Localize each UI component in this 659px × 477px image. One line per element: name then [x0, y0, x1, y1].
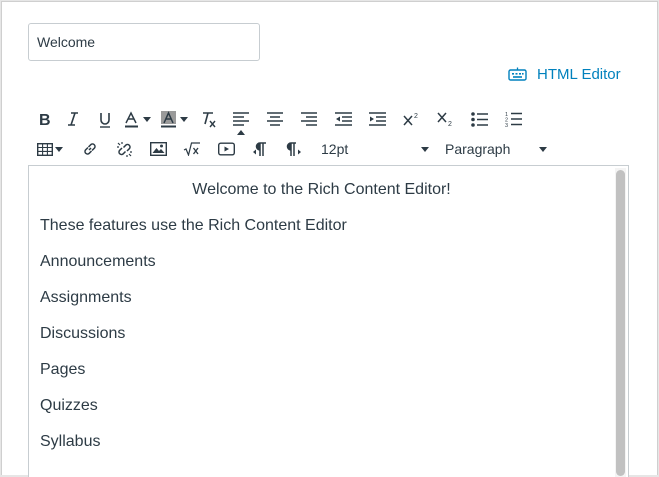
chevron-down-icon	[55, 146, 63, 152]
editor-paragraph: Syllabus	[40, 433, 101, 450]
html-editor-label: HTML Editor	[537, 65, 621, 83]
indent-button[interactable]	[360, 106, 394, 132]
italic-icon	[66, 111, 80, 127]
toolbar-row-formatting: B 2 2 1 2 3	[34, 106, 530, 135]
font-size-select[interactable]: 12pt	[319, 136, 435, 162]
underline-icon	[98, 111, 112, 128]
numbered-list-button[interactable]: 123	[496, 106, 530, 132]
chevron-down-icon	[421, 146, 429, 152]
table-dropdown[interactable]	[55, 136, 73, 162]
clear-formatting-button[interactable]	[194, 106, 224, 132]
image-icon	[149, 142, 167, 156]
font-size-value: 12pt	[321, 141, 349, 157]
text-color-icon	[124, 110, 140, 128]
remove-link-button[interactable]	[107, 136, 141, 162]
editor-heading: Welcome to the Rich Content Editor!	[192, 181, 451, 198]
align-left-button[interactable]	[224, 106, 258, 135]
svg-text:2: 2	[414, 113, 418, 120]
active-indicator	[237, 130, 245, 135]
bold-button[interactable]: B	[34, 106, 56, 132]
media-icon	[217, 142, 235, 156]
table-icon	[36, 142, 53, 156]
svg-text:2: 2	[448, 121, 452, 127]
outdent-button[interactable]	[326, 106, 360, 132]
italic-button[interactable]	[56, 106, 90, 132]
underline-button[interactable]	[90, 106, 120, 132]
rtl-direction-button[interactable]	[277, 136, 311, 162]
left-to-right-icon	[252, 141, 268, 157]
superscript-button[interactable]: 2	[394, 106, 428, 132]
align-right-icon	[301, 112, 317, 126]
bullet-list-button[interactable]	[462, 106, 496, 132]
align-left-icon	[233, 112, 249, 126]
html-editor-link[interactable]: HTML Editor	[508, 63, 621, 85]
block-format-value: Paragraph	[445, 141, 511, 157]
background-color-dropdown[interactable]	[180, 106, 194, 132]
editor-paragraph: Announcements	[40, 253, 156, 270]
editor-paragraph: Pages	[40, 361, 86, 378]
editor-paragraph: These features use the Rich Content Edit…	[40, 217, 347, 234]
indent-icon	[368, 112, 386, 126]
page-frame: HTML Editor B	[1, 1, 658, 477]
svg-text:3: 3	[505, 123, 508, 127]
text-color-button[interactable]	[120, 106, 143, 132]
ltr-direction-button[interactable]	[243, 136, 277, 162]
align-center-button[interactable]	[258, 106, 292, 132]
link-icon	[82, 141, 98, 157]
outdent-icon	[334, 112, 352, 126]
block-format-select[interactable]: Paragraph	[443, 136, 553, 162]
clear-formatting-icon	[201, 111, 217, 128]
insert-image-button[interactable]	[141, 136, 175, 162]
insert-link-button[interactable]	[73, 136, 107, 162]
numbered-list-icon: 123	[505, 111, 522, 127]
chevron-down-icon	[180, 116, 188, 122]
title-input[interactable]	[28, 23, 260, 61]
table-button[interactable]	[34, 136, 55, 162]
insert-media-button[interactable]	[209, 136, 243, 162]
bold-icon: B	[38, 111, 52, 127]
bullet-list-icon	[470, 111, 488, 127]
svg-text:B: B	[39, 112, 51, 127]
chevron-down-icon	[143, 116, 151, 122]
subscript-button[interactable]: 2	[428, 106, 462, 132]
superscript-icon: 2	[403, 112, 419, 126]
align-center-icon	[267, 112, 283, 126]
editor-paragraph: Quizzes	[40, 397, 98, 414]
editor-scrollbar-thumb[interactable]	[616, 170, 625, 476]
subscript-icon: 2	[437, 112, 453, 127]
unlink-icon	[116, 141, 133, 158]
background-color-icon	[160, 110, 177, 128]
math-equation-icon	[183, 142, 201, 156]
insert-math-button[interactable]	[175, 136, 209, 162]
align-right-button[interactable]	[292, 106, 326, 132]
chevron-down-icon	[539, 146, 547, 152]
editor-scrollbar[interactable]	[615, 168, 626, 477]
keyboard-icon	[508, 67, 527, 81]
editor-paragraph: Assignments	[40, 289, 132, 306]
right-to-left-icon	[286, 141, 302, 157]
background-color-button[interactable]	[157, 106, 180, 132]
rich-content-editor[interactable]: Welcome to the Rich Content Editor! Thes…	[28, 165, 629, 477]
toolbar-row-insert: 12pt Paragraph	[34, 136, 553, 162]
editor-paragraph: Discussions	[40, 325, 126, 342]
text-color-dropdown[interactable]	[143, 106, 157, 132]
